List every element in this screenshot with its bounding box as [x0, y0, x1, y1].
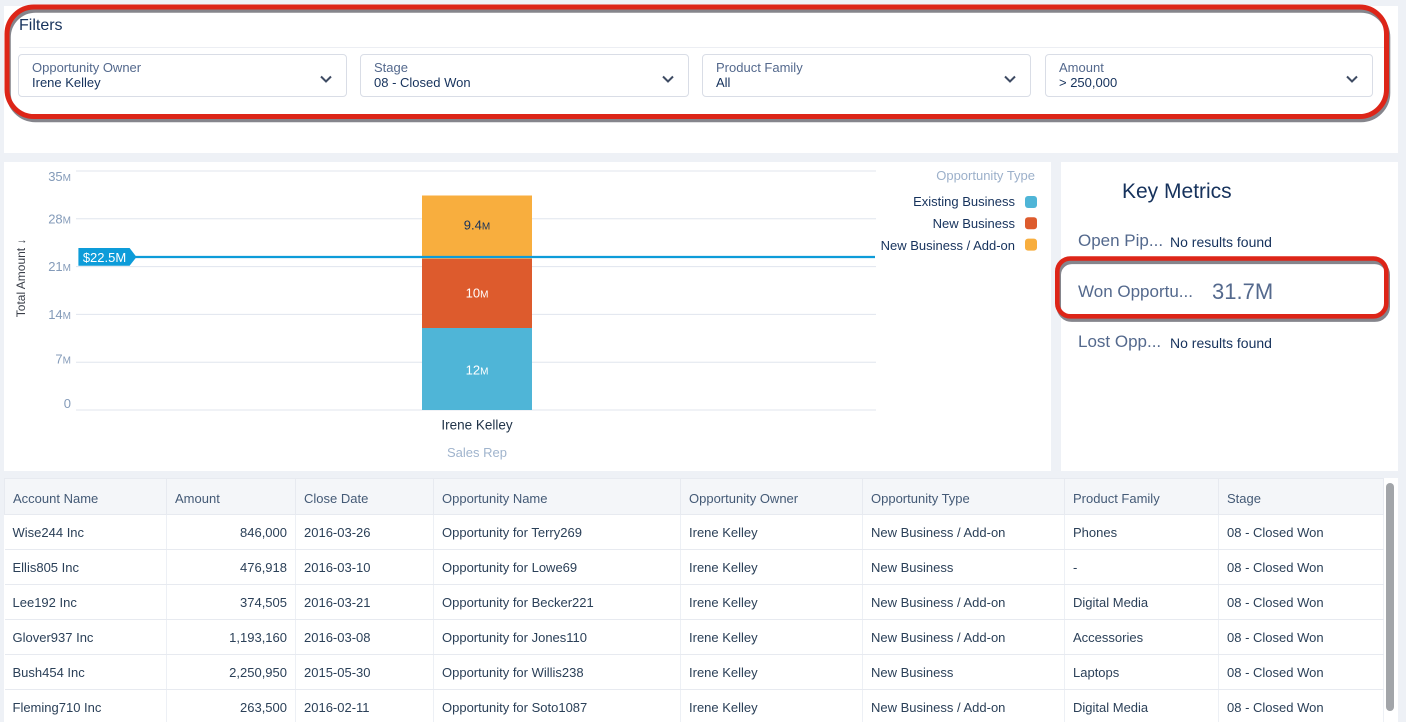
- svg-text:Opportunity Type: Opportunity Type: [936, 168, 1035, 183]
- svg-text:Total Amount ↓: Total Amount ↓: [14, 239, 28, 317]
- svg-text:0: 0: [64, 396, 71, 411]
- svg-text:New Business / Add-on: New Business / Add-on: [881, 238, 1015, 253]
- svg-text:14M: 14M: [48, 307, 71, 322]
- svg-text:New Business: New Business: [933, 216, 1016, 231]
- svg-text:21M: 21M: [48, 259, 71, 274]
- svg-text:Existing Business: Existing Business: [913, 194, 1015, 209]
- svg-text:7M: 7M: [55, 352, 71, 367]
- svg-text:28M: 28M: [48, 212, 71, 227]
- svg-text:Sales Rep: Sales Rep: [447, 445, 507, 460]
- svg-text:$22.5M: $22.5M: [83, 250, 126, 265]
- svg-text:Irene Kelley: Irene Kelley: [441, 418, 513, 433]
- svg-text:35M: 35M: [48, 169, 71, 184]
